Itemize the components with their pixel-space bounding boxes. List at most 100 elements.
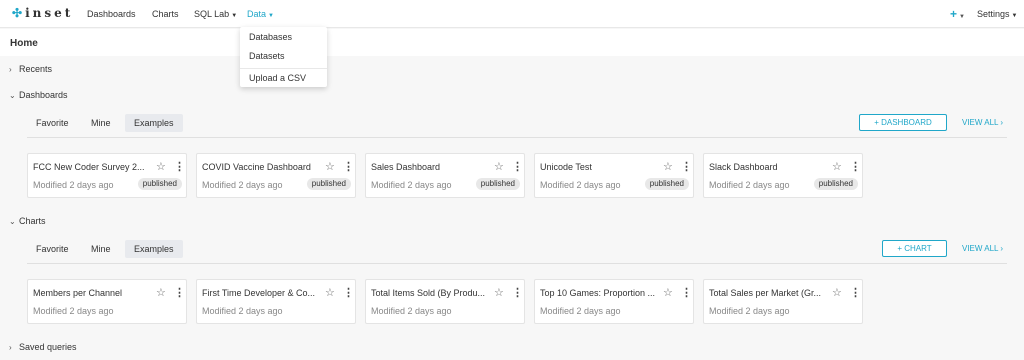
card-title: Slack Dashboard — [709, 162, 778, 172]
card-modified: Modified 2 days ago — [540, 180, 621, 190]
card-modified: Modified 2 days ago — [371, 180, 452, 190]
card-modified: Modified 2 days ago — [202, 180, 283, 190]
app-logo[interactable]: ✣inset — [12, 6, 73, 20]
create-dashboard-button[interactable]: + DASHBOARD — [859, 114, 947, 131]
chevron-down-icon: ⌄ — [9, 217, 16, 226]
tabs-divider — [27, 137, 1007, 138]
more-vertical-icon[interactable]: ⋮ — [512, 160, 523, 173]
dashboard-card[interactable]: Unicode Test ☆ ⋮ Modified 2 days ago pub… — [534, 153, 694, 198]
card-title: Top 10 Games: Proportion ... — [540, 288, 656, 298]
tab-mine[interactable]: Mine — [82, 114, 120, 132]
chart-card[interactable]: Total Sales per Market (Gr... ☆ ⋮ Modifi… — [703, 279, 863, 324]
more-vertical-icon[interactable]: ⋮ — [343, 286, 354, 299]
card-modified: Modified 2 days ago — [33, 180, 114, 190]
menu-item-databases[interactable]: Databases — [249, 32, 292, 42]
chart-card[interactable]: Total Items Sold (By Produ... ☆ ⋮ Modifi… — [365, 279, 525, 324]
section-saved-queries-label: Saved queries — [19, 342, 77, 352]
tab-favorite[interactable]: Favorite — [27, 114, 78, 132]
section-dashboards-header[interactable]: ⌄ Dashboards — [9, 90, 68, 100]
more-vertical-icon[interactable]: ⋮ — [681, 160, 692, 173]
card-modified: Modified 2 days ago — [202, 306, 283, 316]
nav-sql-lab-label: SQL Lab — [194, 9, 230, 19]
star-icon[interactable]: ☆ — [663, 286, 673, 299]
plus-icon: + — [950, 7, 958, 21]
card-title: COVID Vaccine Dashboard — [202, 162, 311, 172]
tab-examples[interactable]: Examples — [125, 114, 183, 132]
more-vertical-icon[interactable]: ⋮ — [343, 160, 354, 173]
star-icon[interactable]: ☆ — [832, 160, 842, 173]
new-menu-button[interactable]: + ▼ — [950, 7, 965, 21]
card-modified: Modified 2 days ago — [540, 306, 621, 316]
dashboard-card[interactable]: COVID Vaccine Dashboard ☆ ⋮ Modified 2 d… — [196, 153, 356, 198]
home-header: Home — [0, 29, 1024, 56]
settings-menu[interactable]: Settings ▼ — [977, 9, 1017, 19]
card-modified: Modified 2 days ago — [709, 180, 790, 190]
tab-mine[interactable]: Mine — [82, 240, 120, 258]
card-title: Members per Channel — [33, 288, 123, 298]
section-recents-header[interactable]: › Recents — [9, 64, 52, 74]
chevron-down-icon: ▼ — [959, 14, 965, 20]
nav-data[interactable]: Data ▼ — [247, 9, 274, 19]
menu-item-upload-csv[interactable]: Upload a CSV — [249, 73, 306, 83]
view-all-dashboards-link[interactable]: VIEW ALL › — [962, 118, 1003, 127]
card-title: Total Sales per Market (Gr... — [709, 288, 822, 298]
section-charts-label: Charts — [19, 216, 46, 226]
star-icon[interactable]: ☆ — [832, 286, 842, 299]
data-dropdown-menu: Databases Datasets Upload a CSV — [240, 27, 327, 87]
star-icon[interactable]: ☆ — [325, 286, 335, 299]
section-saved-queries-header[interactable]: › Saved queries — [9, 342, 77, 352]
chevron-right-icon: › — [9, 65, 12, 74]
chevron-down-icon: ⌄ — [9, 91, 16, 100]
card-modified: Modified 2 days ago — [709, 306, 790, 316]
tab-favorite[interactable]: Favorite — [27, 240, 78, 258]
chevron-down-icon: ▼ — [268, 13, 274, 19]
star-icon[interactable]: ☆ — [663, 160, 673, 173]
more-vertical-icon[interactable]: ⋮ — [850, 286, 861, 299]
status-badge: published — [644, 178, 689, 190]
chart-card[interactable]: First Time Developer & Co... ☆ ⋮ Modifie… — [196, 279, 356, 324]
star-icon[interactable]: ☆ — [494, 286, 504, 299]
chart-card[interactable]: Members per Channel ☆ ⋮ Modified 2 days … — [27, 279, 187, 324]
card-title: Sales Dashboard — [371, 162, 441, 172]
status-badge: published — [475, 178, 520, 190]
card-title: Unicode Test — [540, 162, 592, 172]
tabs-divider — [27, 263, 1007, 264]
star-icon[interactable]: ☆ — [325, 160, 335, 173]
view-all-charts-link[interactable]: VIEW ALL › — [962, 244, 1003, 253]
dashboard-card[interactable]: Slack Dashboard ☆ ⋮ Modified 2 days ago … — [703, 153, 863, 198]
more-vertical-icon[interactable]: ⋮ — [174, 160, 185, 173]
status-badge: published — [306, 178, 351, 190]
more-vertical-icon[interactable]: ⋮ — [512, 286, 523, 299]
chevron-down-icon: ▼ — [1011, 13, 1018, 19]
card-title: FCC New Coder Survey 2... — [33, 162, 145, 172]
section-dashboards-label: Dashboards — [19, 90, 68, 100]
tab-examples[interactable]: Examples — [125, 240, 183, 258]
dashboard-card[interactable]: Sales Dashboard ☆ ⋮ Modified 2 days ago … — [365, 153, 525, 198]
settings-label: Settings — [977, 9, 1010, 19]
card-title: First Time Developer & Co... — [202, 288, 316, 298]
nav-sql-lab[interactable]: SQL Lab ▼ — [194, 9, 237, 19]
star-icon[interactable]: ☆ — [156, 160, 166, 173]
card-modified: Modified 2 days ago — [33, 306, 114, 316]
chevron-down-icon: ▼ — [231, 13, 238, 19]
more-vertical-icon[interactable]: ⋮ — [850, 160, 861, 173]
nav-charts[interactable]: Charts — [152, 9, 179, 19]
status-badge: published — [813, 178, 858, 190]
more-vertical-icon[interactable]: ⋮ — [174, 286, 185, 299]
card-title: Total Items Sold (By Produ... — [371, 288, 486, 298]
top-navbar: ✣inset Dashboards Charts SQL Lab ▼ Data ▼ … — [0, 0, 1024, 28]
page-title: Home — [10, 38, 38, 49]
menu-divider — [240, 68, 327, 69]
create-chart-button[interactable]: + CHART — [882, 240, 947, 257]
section-recents-label: Recents — [19, 64, 53, 74]
chevron-right-icon: › — [9, 343, 12, 352]
star-icon[interactable]: ☆ — [494, 160, 504, 173]
more-vertical-icon[interactable]: ⋮ — [681, 286, 692, 299]
nav-dashboards[interactable]: Dashboards — [87, 9, 136, 19]
dashboard-card[interactable]: FCC New Coder Survey 2... ☆ ⋮ Modified 2… — [27, 153, 187, 198]
star-icon[interactable]: ☆ — [156, 286, 166, 299]
menu-item-datasets[interactable]: Datasets — [249, 51, 285, 61]
card-modified: Modified 2 days ago — [371, 306, 452, 316]
section-charts-header[interactable]: ⌄ Charts — [9, 216, 46, 226]
chart-card[interactable]: Top 10 Games: Proportion ... ☆ ⋮ Modifie… — [534, 279, 694, 324]
